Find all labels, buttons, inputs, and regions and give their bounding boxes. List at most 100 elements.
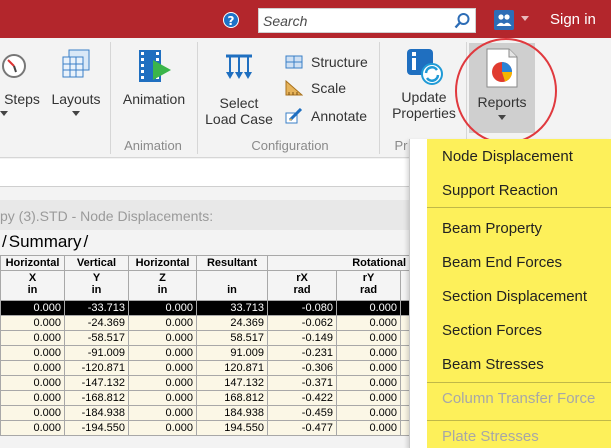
search-input[interactable] <box>263 11 453 30</box>
menu-item-beam-property[interactable]: Beam Property <box>442 220 542 237</box>
structure-label: Structure <box>311 54 368 70</box>
annotate-button[interactable]: Annotate <box>285 106 385 126</box>
annotate-label: Annotate <box>311 108 368 124</box>
load-case-icon <box>226 54 252 79</box>
update-properties-icon <box>407 49 443 85</box>
table-row[interactable]: 0.000 -33.713 0.000 33.713 -0.080 0.000 <box>0 300 411 316</box>
table-cell: 0.000 <box>336 420 401 436</box>
column-header: Resultant <box>196 255 268 271</box>
scale-label: Scale <box>311 80 347 96</box>
menu-item-beam-stresses[interactable]: Beam Stresses <box>442 356 544 373</box>
table-cell: 0.000 <box>128 405 197 421</box>
table-row[interactable]: 0.000 -147.132 0.000 147.132 -0.371 0.000 <box>0 375 411 391</box>
menu-separator <box>427 420 611 421</box>
menu-item-beam-end-forces[interactable]: Beam End Forces <box>442 254 562 271</box>
table-cell: -147.132 <box>64 375 129 391</box>
help-icon[interactable]: ? <box>223 12 239 28</box>
search-box[interactable] <box>258 8 476 33</box>
select-load-case-label-2: Load Case <box>205 111 273 127</box>
scale-button[interactable]: Scale <box>285 78 385 98</box>
column-unit-header: Zin <box>128 270 197 301</box>
ribbon-separator <box>197 42 198 154</box>
table-cell: 147.132 <box>196 375 268 391</box>
table-cell: 184.938 <box>196 405 268 421</box>
menu-item-section-displacement[interactable]: Section Displacement <box>442 288 587 305</box>
steps-button[interactable]: Steps <box>0 50 44 116</box>
table-cell: 0.000 <box>336 315 401 331</box>
ribbon-separator <box>379 42 380 154</box>
table-cell: 0.000 <box>128 375 197 391</box>
table-row[interactable]: 0.000 -58.517 0.000 58.517 -0.149 0.000 <box>0 330 411 346</box>
table-cell: 58.517 <box>196 330 268 346</box>
table-row[interactable]: 0.000 -194.550 0.000 194.550 -0.477 0.000 <box>0 420 411 436</box>
select-load-case-button[interactable]: Select Load Case <box>202 48 276 127</box>
table-row[interactable]: 0.000 -91.009 0.000 91.009 -0.231 0.000 <box>0 345 411 361</box>
table-cell: 0.000 <box>0 375 65 391</box>
select-load-case-label-1: Select <box>219 95 259 111</box>
table-cell: -0.149 <box>267 330 337 346</box>
update-properties-button[interactable]: Update Properties <box>386 46 462 121</box>
menu-item-node-displacement[interactable]: Node Displacement <box>442 148 573 165</box>
menu-item-plate-stresses[interactable]: Plate Stresses <box>442 428 539 445</box>
update-properties-label-1: Update <box>401 89 447 105</box>
menu-item-section-forces[interactable]: Section Forces <box>442 322 542 339</box>
ribbon-separator <box>110 42 111 154</box>
structure-button[interactable]: Structure <box>285 52 385 72</box>
table-cell: -168.812 <box>64 390 129 406</box>
table-cell: 0.000 <box>128 315 197 331</box>
tab-summary-label: Summary <box>8 232 82 251</box>
menu-separator <box>427 207 611 208</box>
reports-dropdown-menu: Node Displacement Support Reaction Beam Pr… <box>409 139 611 448</box>
table-cell: 0.000 <box>0 300 65 316</box>
table-row[interactable]: 0.000 -24.369 0.000 24.369 -0.062 0.000 <box>0 315 411 331</box>
chevron-down-icon <box>0 111 8 116</box>
properties-group-label: Pr <box>394 138 408 153</box>
table-cell: 168.812 <box>196 390 268 406</box>
column-header: Vertical <box>64 255 129 271</box>
chevron-down-icon[interactable] <box>521 16 529 21</box>
user-account-icon[interactable] <box>494 10 514 30</box>
table-cell: 33.713 <box>196 300 268 316</box>
column-unit-header: rY rad <box>336 270 401 301</box>
table-cell: -0.459 <box>267 405 337 421</box>
layouts-button[interactable]: Layouts <box>48 48 104 116</box>
table-cell: 0.000 <box>0 390 65 406</box>
table-cell: 0.000 <box>336 375 401 391</box>
menu-item-column-transfer-force[interactable]: Column Transfer Force <box>442 390 595 407</box>
layouts-label: Layouts <box>51 91 101 107</box>
table-cell: 0.000 <box>336 345 401 361</box>
animation-group-label: Animation <box>124 138 182 153</box>
tab-summary[interactable]: Summary <box>0 232 98 254</box>
table-cell: 0.000 <box>0 315 65 331</box>
table-row[interactable]: 0.000 -168.812 0.000 168.812 -0.422 0.000 <box>0 390 411 406</box>
table-row[interactable]: 0.000 -184.938 0.000 184.938 -0.459 0.000 <box>0 405 411 421</box>
animation-button[interactable]: Animation <box>116 48 192 107</box>
column-unit-header: rX rad <box>267 270 337 301</box>
table-cell: -0.422 <box>267 390 337 406</box>
column-header: Horizontal <box>0 255 65 271</box>
chevron-down-icon <box>72 111 80 116</box>
sign-in-link[interactable]: Sign in <box>550 11 596 28</box>
node-displacement-table: Horizontal Vertical Horizontal Resultant… <box>0 255 411 436</box>
column-unit-header: Xin <box>0 270 65 301</box>
table-cell: 0.000 <box>336 390 401 406</box>
menu-item-support-reaction[interactable]: Support Reaction <box>442 182 558 199</box>
table-cell: -194.550 <box>64 420 129 436</box>
table-row[interactable]: 0.000 -120.871 0.000 120.871 -0.306 0.000 <box>0 360 411 376</box>
search-icon[interactable] <box>453 12 471 30</box>
table-cell: -0.306 <box>267 360 337 376</box>
table-cell: -33.713 <box>64 300 129 316</box>
document-toolbar <box>0 159 411 187</box>
column-header: Horizontal <box>128 255 197 271</box>
document-title: py (3).STD - Node Displacements: <box>0 208 214 224</box>
layouts-icon <box>62 49 90 78</box>
animation-icon <box>139 50 171 82</box>
table-cell: 91.009 <box>196 345 268 361</box>
table-cell: -0.062 <box>267 315 337 331</box>
steps-label: Steps <box>4 91 40 107</box>
animation-label: Animation <box>122 91 186 107</box>
table-cell: 0.000 <box>0 405 65 421</box>
table-cell: 24.369 <box>196 315 268 331</box>
steps-icon <box>2 54 26 78</box>
table-cell: 0.000 <box>128 345 197 361</box>
